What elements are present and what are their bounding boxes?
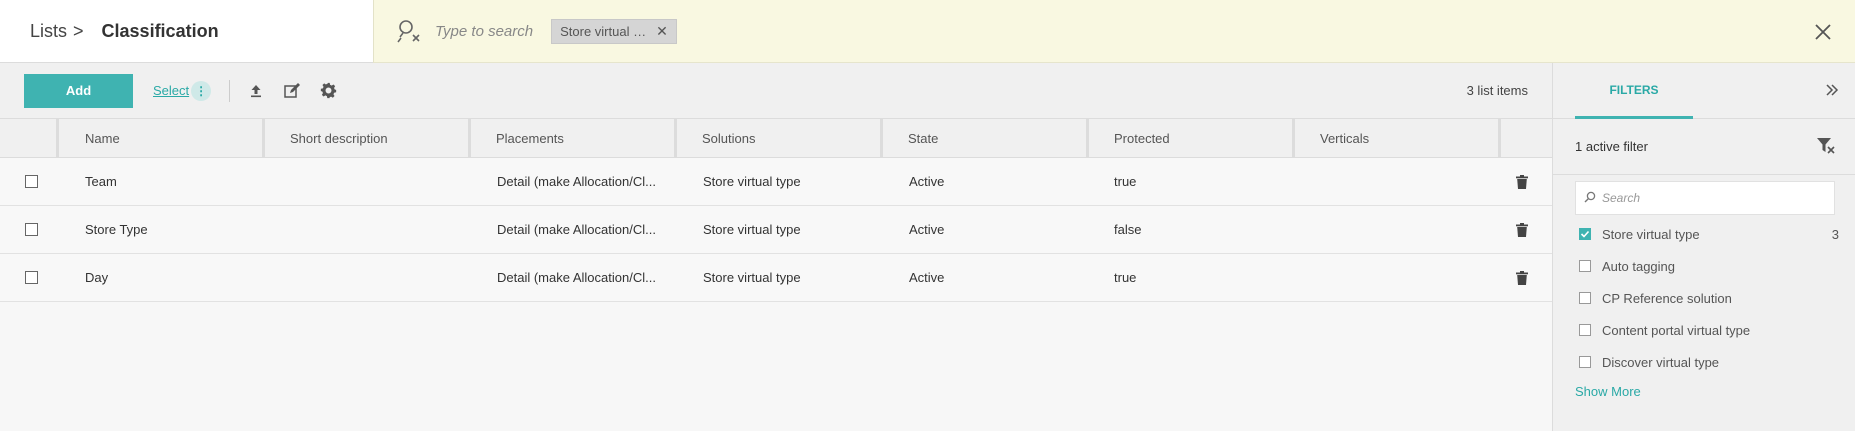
filter-panel: FILTERS 1 active filter Store virtual ty… xyxy=(1552,63,1855,431)
toolbar: Add Select ⋮ 3 list items xyxy=(0,63,1552,119)
search-bar[interactable]: Type to search Store virtual t... ✕ xyxy=(373,0,1855,63)
filter-label: Auto tagging xyxy=(1602,258,1676,274)
cell-name: Team xyxy=(85,174,117,189)
table-row[interactable]: Store Type Detail (make Allocation/Cl...… xyxy=(0,206,1552,254)
cell-protected: false xyxy=(1114,222,1142,237)
filter-clear-icon[interactable] xyxy=(1817,138,1835,157)
search-icon xyxy=(1584,191,1596,206)
cell-protected: true xyxy=(1114,174,1137,189)
cell-state: Active xyxy=(909,270,945,285)
column-header-placements[interactable]: Placements xyxy=(471,118,677,158)
chip-label: Store virtual t... xyxy=(560,23,647,39)
breadcrumb-parent-lists[interactable]: Lists xyxy=(30,21,67,42)
search-filter-chip[interactable]: Store virtual t... ✕ xyxy=(551,18,677,44)
filter-option-store-virtual-type[interactable]: Store virtual type 3 xyxy=(1553,218,1855,250)
filter-checkbox[interactable] xyxy=(1579,260,1591,272)
filter-checkbox[interactable] xyxy=(1579,292,1591,304)
chip-remove-icon[interactable]: ✕ xyxy=(656,23,668,40)
cell-name: Day xyxy=(85,270,109,285)
filter-checkbox[interactable] xyxy=(1579,356,1591,368)
table-row[interactable]: Team Detail (make Allocation/Cl... Store… xyxy=(0,158,1552,206)
page-title: Classification xyxy=(101,20,219,41)
tab-filters[interactable]: FILTERS xyxy=(1575,63,1693,119)
breadcrumb-separator: > xyxy=(73,20,84,41)
filter-list: Store virtual type 3 Auto tagging CP Ref… xyxy=(1553,218,1855,378)
filter-search-input[interactable] xyxy=(1602,191,1822,205)
column-header-state[interactable]: State xyxy=(883,118,1089,158)
table-header: Name Short description Placements Soluti… xyxy=(0,118,1552,158)
filter-count: 3 xyxy=(1831,226,1839,242)
filter-option-auto-tagging[interactable]: Auto tagging xyxy=(1553,250,1855,282)
filter-option-cp-reference-solution[interactable]: CP Reference solution xyxy=(1553,282,1855,314)
add-button[interactable]: Add xyxy=(24,73,133,108)
filter-panel-header: FILTERS xyxy=(1553,63,1855,119)
close-icon[interactable] xyxy=(1811,20,1835,44)
row-checkbox[interactable] xyxy=(25,223,38,236)
list-item-count: 3 list items xyxy=(1466,83,1528,98)
cell-protected: true xyxy=(1114,270,1137,285)
column-header-short-description[interactable]: Short description xyxy=(265,118,471,158)
column-header-name[interactable]: Name xyxy=(59,118,265,158)
filter-label: Discover virtual type xyxy=(1602,354,1720,370)
cell-placements: Detail (make Allocation/Cl... xyxy=(497,222,656,237)
gear-icon[interactable] xyxy=(318,81,338,101)
table-row[interactable]: Day Detail (make Allocation/Cl... Store … xyxy=(0,254,1552,302)
app-header: Lists > Classification Type to search St… xyxy=(0,0,1855,63)
upload-icon[interactable] xyxy=(246,81,266,101)
column-header-verticals[interactable]: Verticals xyxy=(1295,118,1501,158)
trash-icon[interactable] xyxy=(1516,223,1528,240)
cell-solutions: Store virtual type xyxy=(703,174,801,189)
double-chevron-right-icon[interactable] xyxy=(1825,83,1839,100)
row-checkbox[interactable] xyxy=(25,175,38,188)
cell-placements: Detail (make Allocation/Cl... xyxy=(497,270,656,285)
select-menu-icon[interactable]: ⋮ xyxy=(191,80,212,101)
active-filter-summary: 1 active filter xyxy=(1553,119,1855,175)
breadcrumb: Lists > Classification xyxy=(0,0,373,63)
trash-icon[interactable] xyxy=(1516,175,1528,192)
column-header-protected[interactable]: Protected xyxy=(1089,118,1295,158)
list-table: Name Short description Placements Soluti… xyxy=(0,118,1552,302)
search-input[interactable]: Type to search xyxy=(435,23,533,40)
filter-label: Store virtual type xyxy=(1602,226,1700,242)
cell-solutions: Store virtual type xyxy=(703,222,801,237)
cell-placements: Detail (make Allocation/Cl... xyxy=(497,174,656,189)
filter-label: CP Reference solution xyxy=(1602,290,1732,306)
cell-solutions: Store virtual type xyxy=(703,270,801,285)
trash-icon[interactable] xyxy=(1516,271,1528,288)
filter-option-content-portal-virtual-type[interactable]: Content portal virtual type xyxy=(1553,314,1855,346)
filter-search-field[interactable] xyxy=(1575,181,1835,215)
active-filter-count: 1 active filter xyxy=(1575,139,1648,154)
cell-state: Active xyxy=(909,174,945,189)
select-link[interactable]: Select xyxy=(153,83,189,98)
filter-label: Content portal virtual type xyxy=(1602,322,1751,338)
cell-state: Active xyxy=(909,222,945,237)
search-person-clear-icon[interactable] xyxy=(396,18,422,44)
column-header-solutions[interactable]: Solutions xyxy=(677,118,883,158)
header-select-column xyxy=(0,118,59,158)
filter-checkbox[interactable] xyxy=(1579,324,1591,336)
cell-name: Store Type xyxy=(85,222,148,237)
filter-checkbox[interactable] xyxy=(1579,228,1591,240)
edit-icon[interactable] xyxy=(282,81,302,101)
filter-option-discover-virtual-type[interactable]: Discover virtual type xyxy=(1553,346,1855,378)
toolbar-divider xyxy=(229,79,231,102)
show-more-link[interactable]: Show More xyxy=(1575,384,1641,399)
row-checkbox[interactable] xyxy=(25,271,38,284)
